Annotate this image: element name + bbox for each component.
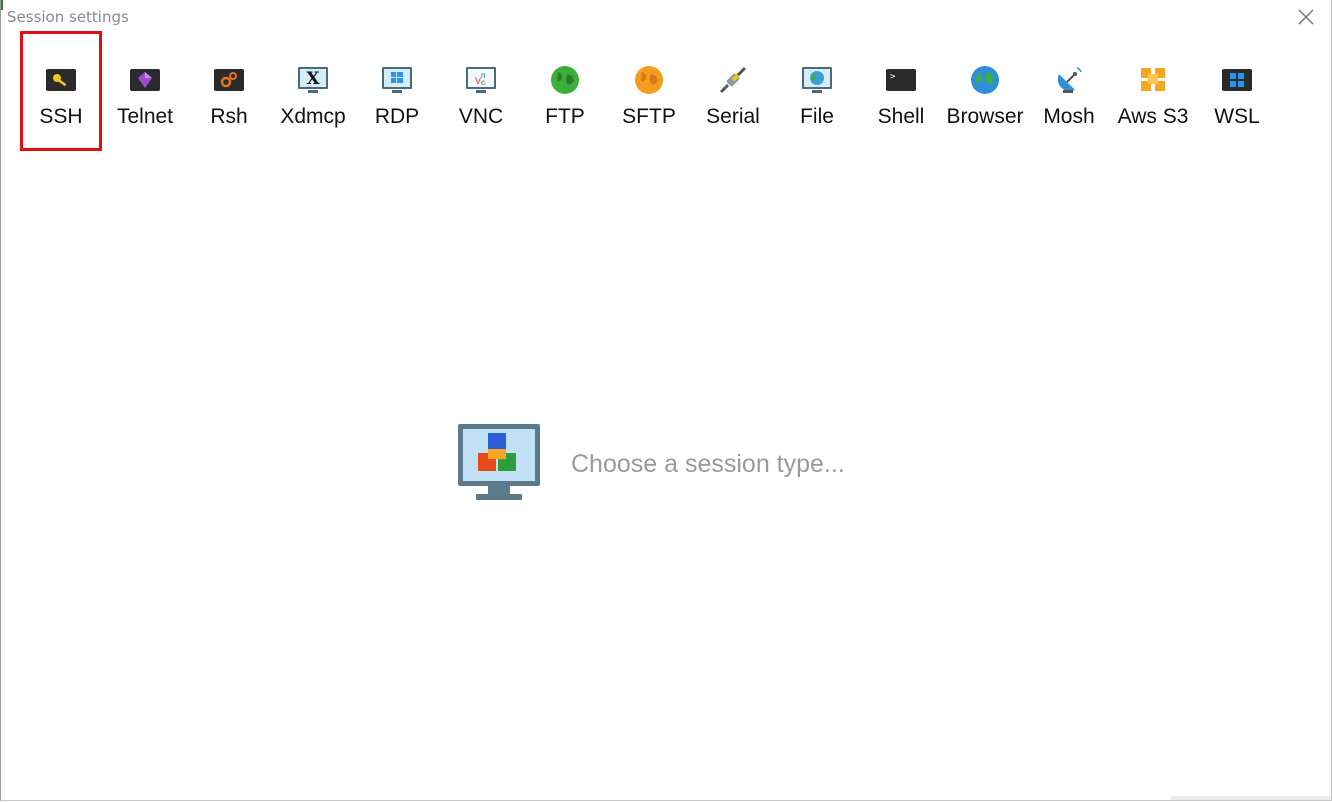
session-type-label: Xdmcp: [280, 105, 346, 128]
session-type-label: FTP: [545, 105, 585, 128]
session-type-toolbar: SSH Telnet Rsh X Xdmcp RDP V n c VNC FTP…: [19, 60, 1299, 140]
session-type-label: Serial: [706, 105, 760, 128]
session-type-wsl[interactable]: WSL: [1195, 60, 1279, 140]
rsh-gears-icon: [213, 64, 245, 96]
browser-globe-icon: [969, 64, 1001, 96]
svg-text:>: >: [890, 72, 896, 82]
session-type-label: SSH: [39, 105, 83, 128]
session-settings-window: Session settings SSH Telnet Rsh X Xdmcp …: [0, 0, 1332, 801]
close-button[interactable]: [1295, 6, 1317, 28]
file-monitor-icon: [801, 64, 833, 96]
session-type-label: Rsh: [210, 105, 248, 128]
session-type-telnet[interactable]: Telnet: [103, 60, 187, 140]
svg-text:c: c: [481, 78, 485, 87]
session-type-label: File: [800, 105, 834, 128]
session-type-browser[interactable]: Browser: [943, 60, 1027, 140]
session-type-label: Aws S3: [1117, 105, 1189, 128]
session-type-shell[interactable]: > Shell: [859, 60, 943, 140]
session-type-rdp[interactable]: RDP: [355, 60, 439, 140]
xdmcp-x-icon: X: [297, 64, 329, 96]
session-type-vnc[interactable]: V n c VNC: [439, 60, 523, 140]
rdp-windows-icon: [381, 64, 413, 96]
serial-plug-icon: [717, 64, 749, 96]
session-type-label: WSL: [1214, 105, 1260, 128]
session-type-rsh[interactable]: Rsh: [187, 60, 271, 140]
session-type-label: Browser: [946, 105, 1024, 128]
telnet-gem-icon: [129, 64, 161, 96]
close-icon: [1298, 9, 1314, 25]
shell-terminal-icon: >: [885, 64, 917, 96]
window-title: Session settings: [7, 8, 129, 26]
sftp-globe-icon: [633, 64, 665, 96]
session-type-label: Telnet: [116, 105, 174, 128]
ssh-key-icon: [45, 64, 77, 96]
vnc-icon: V n c: [465, 64, 497, 96]
session-type-label: RDP: [374, 105, 420, 128]
session-type-ftp[interactable]: FTP: [523, 60, 607, 140]
session-monitor-icon: [458, 424, 540, 504]
session-type-aws-s3[interactable]: Aws S3: [1111, 60, 1195, 140]
mosh-satellite-icon: [1053, 64, 1085, 96]
session-type-serial[interactable]: Serial: [691, 60, 775, 140]
resize-grip-area: [1171, 796, 1331, 800]
svg-text:X: X: [306, 69, 320, 89]
session-type-label: Mosh: [1043, 105, 1095, 128]
session-type-label: Shell: [877, 105, 925, 128]
session-type-label: SFTP: [622, 105, 676, 128]
empty-state: Choose a session type...: [458, 424, 898, 504]
session-type-label: VNC: [458, 105, 504, 128]
ftp-globe-icon: [549, 64, 581, 96]
aws-s3-cubes-icon: [1137, 64, 1169, 96]
session-type-file[interactable]: File: [775, 60, 859, 140]
session-type-mosh[interactable]: Mosh: [1027, 60, 1111, 140]
session-type-xdmcp[interactable]: X Xdmcp: [271, 60, 355, 140]
session-type-sftp[interactable]: SFTP: [607, 60, 691, 140]
choose-session-hint: Choose a session type...: [571, 450, 845, 478]
session-type-ssh[interactable]: SSH: [19, 60, 103, 140]
window-edge-accent: [1, 0, 3, 10]
wsl-windows-icon: [1221, 64, 1253, 96]
